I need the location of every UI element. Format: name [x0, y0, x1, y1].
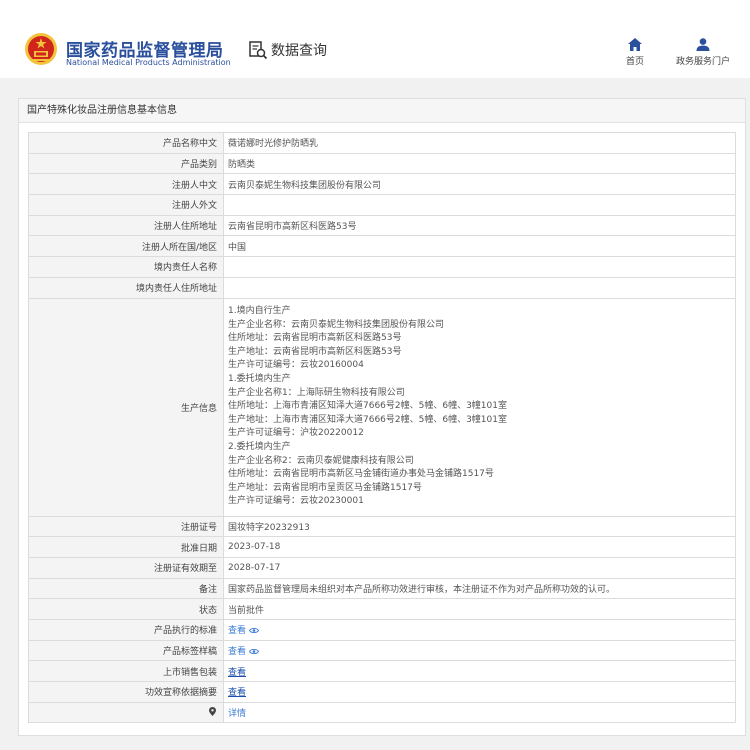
production-info-line: 住所地址：云南省昆明市高新区科医路53号: [228, 333, 402, 344]
table-row: 注册证有效期至 2028-07-17: [28, 556, 736, 579]
table-row: 境内责任人住所地址: [28, 276, 736, 299]
production-info-line: 生产企业名称2：云南贝泰妮健康科技有限公司: [228, 455, 414, 466]
view-standard-label: 查看: [228, 626, 247, 637]
registration-info-panel: 国产特殊化妆品注册信息基本信息 产品名称中文 薇诺娜时光修护防晒乳 产品类别 防…: [18, 98, 746, 736]
field-label: 产品类别: [28, 152, 224, 175]
domestic-rep-name-value: [223, 256, 736, 278]
approval-date-value: 2023-07-18: [223, 536, 736, 558]
table-row: 状态 当前批件: [28, 598, 736, 620]
brand-subtitle: National Medical Products Administration: [66, 58, 231, 67]
table-row: 注册人外文: [28, 194, 736, 216]
view-label-sample-label: 查看: [228, 646, 247, 657]
view-details-link[interactable]: 详情: [228, 709, 246, 719]
remark-value: 国家药品监督管理局未组织对本产品所称功效进行审核，本注册证不作为对产品所称功效的…: [223, 577, 736, 600]
production-info-line: 生产地址：云南省昆明市呈贡区马金铺路1517号: [228, 482, 422, 493]
field-label: 境内责任人名称: [28, 256, 224, 278]
eye-icon: [249, 648, 260, 654]
view-standard-link[interactable]: 查看: [228, 626, 260, 637]
national-emblem-icon: [25, 33, 57, 65]
field-label: 境内责任人住所地址: [28, 276, 224, 299]
table-row: 生产信息 1.境内自行生产 生产企业名称：云南贝泰妮生物科技集团股份有限公司 住…: [28, 297, 736, 517]
location-pin-icon: [209, 707, 216, 717]
data-query-label: 数据查询: [271, 43, 327, 59]
registrant-foreign-value: [223, 194, 736, 216]
view-efficacy-summary-link[interactable]: 查看: [228, 688, 246, 698]
registrant-address-value: 云南省昆明市高新区科医路53号: [223, 214, 736, 237]
table-row: 备注 国家药品监督管理局未组织对本产品所称功效进行审核，本注册证不作为对产品所称…: [28, 577, 736, 600]
table-row: 注册证号 国妆特字20232913: [28, 515, 736, 538]
registration-info-table: 产品名称中文 薇诺娜时光修护防晒乳 产品类别 防晒类 注册人中文 云南贝泰妮生物…: [28, 132, 736, 724]
packaging-value: 查看: [223, 660, 736, 682]
field-label: 批准日期: [28, 536, 224, 558]
production-info-line: 生产企业名称1：上海际研生物科技有限公司: [228, 387, 405, 398]
details-value: 详情: [223, 701, 736, 724]
field-label: 注册证有效期至: [28, 556, 224, 579]
field-label: 注册证号: [28, 515, 224, 538]
field-label: 产品标签样稿: [28, 639, 224, 662]
domestic-rep-address-value: [223, 276, 736, 299]
registrant-region-value: 中国: [223, 235, 736, 258]
field-label: 注册人外文: [28, 194, 224, 216]
status-value: 当前批件: [223, 598, 736, 620]
table-row: 产品标签样稿 查看: [28, 639, 736, 662]
table-row: 注册人中文 云南贝泰妮生物科技集团股份有限公司: [28, 173, 736, 196]
production-info-line: 生产许可证编号：云妆20230001: [228, 496, 364, 507]
production-info-line: 住所地址：云南省昆明市高新区马金铺街道办事处马金铺路1517号: [228, 469, 494, 480]
production-info-line: 生产地址：云南省昆明市高新区科医路53号: [228, 346, 402, 357]
view-label-sample-link[interactable]: 查看: [228, 646, 260, 657]
production-info-line: 1.境内自行生产: [228, 306, 291, 317]
table-row: 上市销售包装 查看: [28, 660, 736, 682]
standard-value: 查看: [223, 618, 736, 641]
production-info-value: 1.境内自行生产 生产企业名称：云南贝泰妮生物科技集团股份有限公司 住所地址：云…: [223, 297, 736, 517]
field-label: 生产信息: [28, 297, 224, 517]
data-query-link[interactable]: 数据查询: [248, 40, 327, 60]
production-info-line: 2.委托境内生产: [228, 441, 291, 452]
table-row: 注册人所在国/地区 中国: [28, 235, 736, 258]
production-info-line: 生产地址：上海市青浦区知泽大道7666号2幢、5幢、6幢、3幢101室: [228, 414, 507, 425]
table-row: 产品类别 防晒类: [28, 152, 736, 175]
details-label-cell: [28, 701, 224, 724]
product-name-value: 薇诺娜时光修护防晒乳: [223, 132, 736, 154]
field-label: 注册人所在国/地区: [28, 235, 224, 258]
field-label: 状态: [28, 598, 224, 620]
field-label: 注册人中文: [28, 173, 224, 196]
user-icon: [696, 38, 710, 51]
nav-service-portal[interactable]: 政务服务门户: [676, 38, 730, 67]
document-search-icon: [249, 41, 268, 60]
reg-number-value: 国妆特字20232913: [223, 515, 736, 538]
table-row: 详情: [28, 701, 736, 724]
production-info-line: 生产许可证编号：沪妆20220012: [228, 428, 364, 439]
panel-title: 国产特殊化妆品注册信息基本信息: [19, 99, 745, 123]
valid-until-value: 2028-07-17: [223, 556, 736, 579]
product-category-value: 防晒类: [223, 152, 736, 175]
efficacy-summary-value: 查看: [223, 681, 736, 703]
production-info-line: 生产许可证编号：云妆20160004: [228, 360, 364, 371]
label-sample-value: 查看: [223, 639, 736, 662]
table-row: 功效宣称依据摘要 查看: [28, 681, 736, 703]
registrant-cn-value: 云南贝泰妮生物科技集团股份有限公司: [223, 173, 736, 196]
field-label: 功效宣称依据摘要: [28, 681, 224, 703]
field-label: 产品名称中文: [28, 132, 224, 154]
site-header: 国家药品监督管理局 National Medical Products Admi…: [0, 0, 750, 78]
nav-home[interactable]: 首页: [626, 38, 644, 67]
table-row: 产品名称中文 薇诺娜时光修护防晒乳: [28, 132, 736, 154]
table-row: 批准日期 2023-07-18: [28, 536, 736, 558]
table-row: 注册人住所地址 云南省昆明市高新区科医路53号: [28, 214, 736, 237]
field-label: 上市销售包装: [28, 660, 224, 682]
production-info-line: 1.委托境内生产: [228, 374, 291, 385]
field-label: 备注: [28, 577, 224, 600]
eye-icon: [249, 628, 260, 634]
field-label: 注册人住所地址: [28, 214, 224, 237]
nav-home-label: 首页: [626, 57, 645, 67]
view-packaging-link[interactable]: 查看: [228, 668, 246, 678]
table-row: 境内责任人名称: [28, 256, 736, 278]
field-label: 产品执行的标准: [28, 618, 224, 641]
nav-service-portal-label: 政务服务门户: [676, 57, 731, 67]
production-info-line: 生产企业名称：云南贝泰妮生物科技集团股份有限公司: [228, 319, 445, 330]
home-icon: [628, 38, 642, 51]
table-row: 产品执行的标准 查看: [28, 618, 736, 641]
production-info-line: 住所地址：上海市青浦区知泽大道7666号2幢、5幢、6幢、3幢101室: [228, 401, 507, 412]
